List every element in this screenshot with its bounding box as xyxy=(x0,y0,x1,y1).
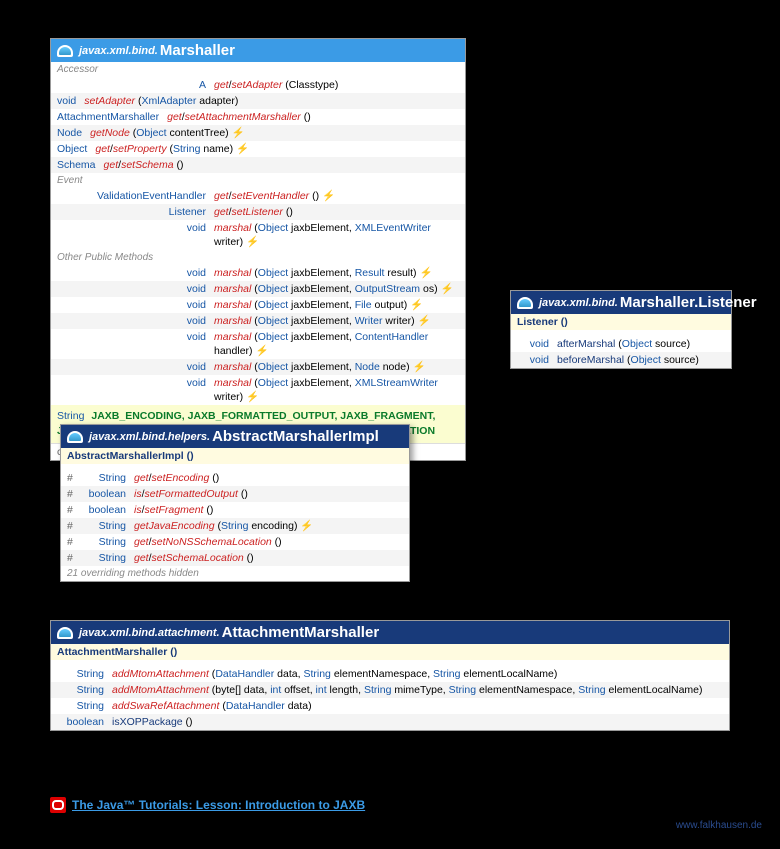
method-row: Aget/setAdapter (Class type) xyxy=(51,77,465,93)
attachment-ctor: AttachmentMarshaller () xyxy=(51,644,729,660)
method-row: StringaddMtomAttachment (byte[] data, in… xyxy=(51,682,729,698)
attachment-box: javax.xml.bind.attachment. AttachmentMar… xyxy=(50,620,730,731)
method-row: Listenerget/setListener () xyxy=(51,204,465,220)
marshaller-name: Marshaller xyxy=(160,42,235,59)
marshaller-pkg: javax.xml.bind. xyxy=(79,45,158,57)
method-row: Schemaget/setSchema () xyxy=(51,157,465,173)
method-row: Objectget/setProperty (String name) ⚡ xyxy=(51,141,465,157)
attachment-name: AttachmentMarshaller xyxy=(222,624,380,641)
abstract-impl-pkg: javax.xml.bind.helpers. xyxy=(89,431,210,443)
method-row: voidsetAdapter (XmlAdapter adapter) xyxy=(51,93,465,109)
method-row: voidmarshal (Object jaxbElement, Result … xyxy=(51,265,465,281)
method-row: AttachmentMarshallerget/setAttachmentMar… xyxy=(51,109,465,125)
method-row: voidbeforeMarshal (Object source) xyxy=(511,352,731,368)
watermark: www.falkhausen.de xyxy=(676,820,762,831)
attachment-pkg: javax.xml.bind.attachment. xyxy=(79,627,220,639)
abstract-impl-name: AbstractMarshallerImpl xyxy=(212,428,379,445)
method-row: voidmarshal (Object jaxbElement, File ou… xyxy=(51,297,465,313)
method-row: ValidationEventHandlerget/setEventHandle… xyxy=(51,188,465,204)
method-row: #Stringget/setSchemaLocation () xyxy=(61,550,409,566)
tutorial-link[interactable]: The Java™ Tutorials: Lesson: Introductio… xyxy=(72,798,365,812)
listener-header: javax.xml.bind. Marshaller.Listener xyxy=(511,291,731,314)
diagram-canvas: javax.xml.bind. Marshaller Accessor Aget… xyxy=(0,0,780,849)
method-row: voidmarshal (Object jaxbElement, Content… xyxy=(51,329,465,359)
method-row: StringaddMtomAttachment (DataHandler dat… xyxy=(51,666,729,682)
section-event: Event xyxy=(51,173,465,188)
method-row: voidmarshal (Object jaxbElement, OutputS… xyxy=(51,281,465,297)
method-row: voidmarshal (Object jaxbElement, XMLStre… xyxy=(51,375,465,405)
section-accessor: Accessor xyxy=(51,62,465,77)
method-row: voidafterMarshal (Object source) xyxy=(511,336,731,352)
method-row: #Stringget/setEncoding () xyxy=(61,470,409,486)
section-other: Other Public Methods xyxy=(51,250,465,265)
method-row: voidmarshal (Object jaxbElement, Writer … xyxy=(51,313,465,329)
method-row: #booleanis/setFormattedOutput () xyxy=(61,486,409,502)
attachment-header: javax.xml.bind.attachment. AttachmentMar… xyxy=(51,621,729,644)
method-row: voidmarshal (Object jaxbElement, XMLEven… xyxy=(51,220,465,250)
method-row: #StringgetJavaEncoding (String encoding)… xyxy=(61,518,409,534)
abstract-impl-note: 21 overriding methods hidden xyxy=(61,566,409,581)
listener-name: Marshaller.Listener xyxy=(620,294,757,311)
method-row: booleanisXOPPackage () xyxy=(51,714,729,730)
method-row: #booleanis/setFragment () xyxy=(61,502,409,518)
abstract-impl-ctor: AbstractMarshallerImpl () xyxy=(61,448,409,464)
method-row: voidmarshal (Object jaxbElement, Node no… xyxy=(51,359,465,375)
class-icon xyxy=(67,431,83,443)
oracle-icon xyxy=(50,797,66,813)
abstract-impl-box: javax.xml.bind.helpers. AbstractMarshall… xyxy=(60,424,410,582)
footer-link[interactable]: The Java™ Tutorials: Lesson: Introductio… xyxy=(50,797,365,813)
method-row: NodegetNode (Object contentTree) ⚡ xyxy=(51,125,465,141)
listener-pkg: javax.xml.bind. xyxy=(539,297,618,309)
class-icon xyxy=(517,297,533,309)
class-icon xyxy=(57,627,73,639)
interface-icon xyxy=(57,45,73,57)
method-row: StringaddSwaRefAttachment (DataHandler d… xyxy=(51,698,729,714)
abstract-impl-header: javax.xml.bind.helpers. AbstractMarshall… xyxy=(61,425,409,448)
listener-box: javax.xml.bind. Marshaller.Listener List… xyxy=(510,290,732,369)
listener-ctor: Listener () xyxy=(511,314,731,330)
constants-type: String xyxy=(57,410,84,422)
method-row: #Stringget/setNoNSSchemaLocation () xyxy=(61,534,409,550)
marshaller-box: javax.xml.bind. Marshaller Accessor Aget… xyxy=(50,38,466,461)
marshaller-header: javax.xml.bind. Marshaller xyxy=(51,39,465,62)
